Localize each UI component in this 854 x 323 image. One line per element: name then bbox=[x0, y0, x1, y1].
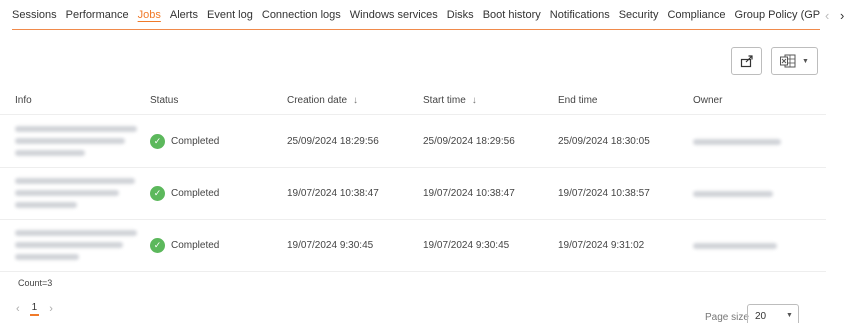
column-header-label: End time bbox=[558, 95, 598, 106]
column-header-label: Status bbox=[150, 95, 179, 106]
page-number-current[interactable]: 1 bbox=[29, 302, 40, 316]
info-cell-redacted bbox=[15, 178, 135, 214]
column-header-owner: Owner bbox=[693, 95, 722, 106]
excel-export-dropdown[interactable]: ▼ bbox=[771, 47, 818, 75]
column-header-status: Status bbox=[150, 95, 178, 106]
sort-descending-icon[interactable]: ↓ bbox=[472, 95, 477, 106]
tab-sessions[interactable]: Sessions bbox=[12, 0, 57, 29]
tab-jobs[interactable]: Jobs bbox=[138, 0, 161, 29]
check-circle-icon: ✓ bbox=[150, 238, 165, 253]
sort-descending-icon[interactable]: ↓ bbox=[353, 95, 358, 106]
owner-cell-redacted bbox=[693, 139, 781, 151]
owner-cell-redacted bbox=[693, 243, 777, 255]
previous-page-icon[interactable]: ‹ bbox=[16, 303, 20, 315]
export-icon bbox=[740, 55, 753, 68]
status-cell: ✓ Completed bbox=[150, 134, 219, 149]
row-count: Count=3 bbox=[18, 278, 53, 288]
tab-alerts[interactable]: Alerts bbox=[170, 0, 198, 29]
start-date-cell: 19/07/2024 9:30:45 bbox=[423, 240, 510, 251]
excel-icon bbox=[780, 54, 796, 68]
tab-disks[interactable]: Disks bbox=[447, 0, 474, 29]
page-size-label: Page size bbox=[705, 312, 749, 323]
end-date-cell: 25/09/2024 18:30:05 bbox=[558, 136, 650, 147]
column-header-end: End time bbox=[558, 95, 597, 106]
column-header-start[interactable]: Start time ↓ bbox=[423, 95, 477, 106]
tab-connection-logs[interactable]: Connection logs bbox=[262, 0, 341, 29]
info-cell-redacted bbox=[15, 230, 137, 266]
tab-compliance[interactable]: Compliance bbox=[667, 0, 725, 29]
status-text: Completed bbox=[171, 136, 220, 147]
tab-group-policy-gpo[interactable]: Group Policy (GPO) bbox=[735, 0, 820, 29]
check-circle-icon: ✓ bbox=[150, 134, 165, 149]
tab-event-log[interactable]: Event log bbox=[207, 0, 253, 29]
creation-date-cell: 19/07/2024 10:38:47 bbox=[287, 188, 379, 199]
table-row[interactable]: ✓ Completed 19/07/2024 9:30:45 19/07/2024 9… bbox=[0, 220, 826, 272]
tab-security[interactable]: Security bbox=[619, 0, 659, 29]
column-header-label: Start time bbox=[423, 95, 466, 106]
pagination: ‹ 1 › bbox=[16, 302, 53, 316]
tab-windows-services[interactable]: Windows services bbox=[350, 0, 438, 29]
start-date-cell: 25/09/2024 18:29:56 bbox=[423, 136, 515, 147]
tabs-scroll-right-icon[interactable]: › bbox=[840, 9, 844, 22]
column-header-label: Owner bbox=[693, 95, 723, 106]
status-text: Completed bbox=[171, 240, 220, 251]
column-header-label: Creation date bbox=[287, 95, 348, 106]
check-circle-icon: ✓ bbox=[150, 186, 165, 201]
status-text: Completed bbox=[171, 188, 220, 199]
page-size-select[interactable]: 20 ▼ bbox=[747, 304, 799, 323]
page-size-value: 20 bbox=[755, 311, 767, 322]
chevron-down-icon: ▼ bbox=[786, 312, 793, 319]
end-date-cell: 19/07/2024 10:38:57 bbox=[558, 188, 650, 199]
creation-date-cell: 19/07/2024 9:30:45 bbox=[287, 240, 374, 251]
tab-performance[interactable]: Performance bbox=[66, 0, 129, 29]
tabs-scroll-left-icon[interactable]: ‹ bbox=[825, 9, 829, 22]
column-header-info: Info bbox=[15, 95, 32, 106]
column-header-label: Info bbox=[15, 95, 32, 106]
end-date-cell: 19/07/2024 9:31:02 bbox=[558, 240, 645, 251]
next-page-icon[interactable]: › bbox=[49, 303, 53, 315]
table-header: Info Status Creation date ↓ Start time ↓ End t… bbox=[0, 86, 826, 115]
creation-date-cell: 25/09/2024 18:29:56 bbox=[287, 136, 379, 147]
table-row[interactable]: ✓ Completed 25/09/2024 18:29:56 25/09/2024 … bbox=[0, 116, 826, 168]
export-button[interactable] bbox=[731, 47, 762, 75]
tab-notifications[interactable]: Notifications bbox=[550, 0, 610, 29]
status-cell: ✓ Completed bbox=[150, 238, 219, 253]
owner-cell-redacted bbox=[693, 191, 773, 203]
tab-list: Sessions Performance Jobs Alerts Event log Co… bbox=[12, 0, 820, 30]
tab-bar: Sessions Performance Jobs Alerts Event log Co… bbox=[0, 0, 854, 30]
start-date-cell: 19/07/2024 10:38:47 bbox=[423, 188, 515, 199]
info-cell-redacted bbox=[15, 126, 137, 162]
tab-boot-history[interactable]: Boot history bbox=[483, 0, 541, 29]
status-cell: ✓ Completed bbox=[150, 186, 219, 201]
column-header-creation[interactable]: Creation date ↓ bbox=[287, 95, 358, 106]
chevron-down-icon: ▼ bbox=[802, 57, 809, 65]
table-row[interactable]: ✓ Completed 19/07/2024 10:38:47 19/07/2024 … bbox=[0, 168, 826, 220]
